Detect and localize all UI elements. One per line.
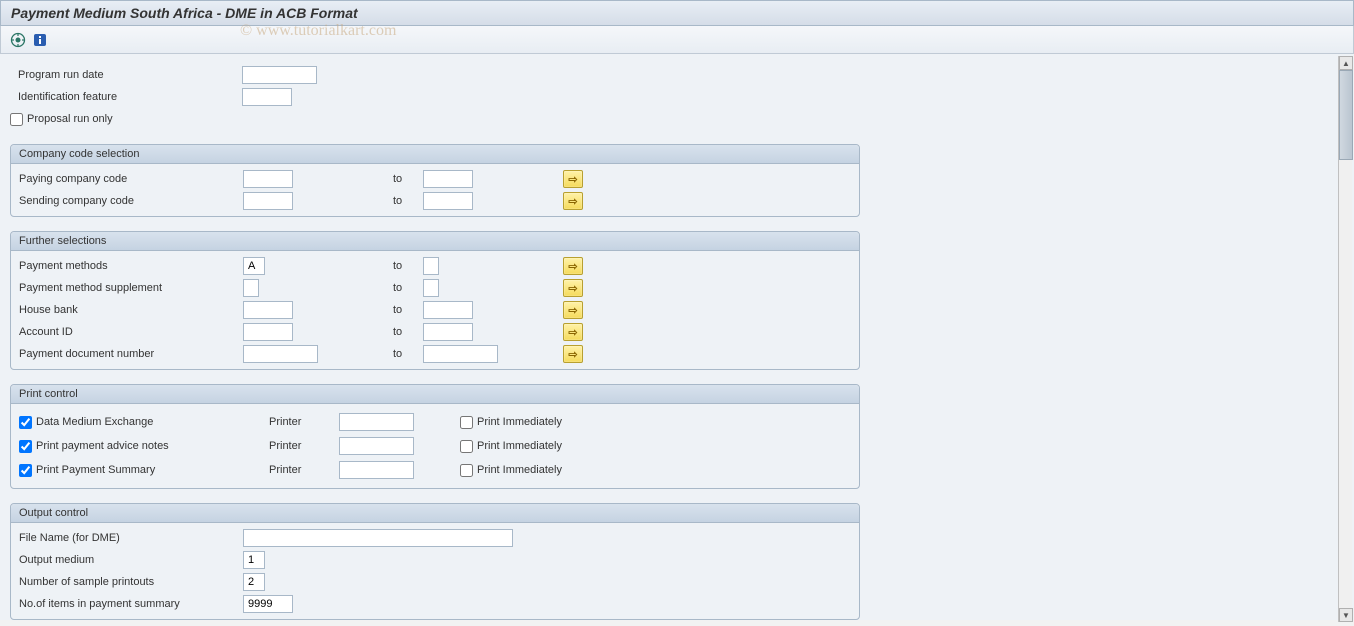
paying-company-label: Paying company code [19,173,243,185]
multi-select-button[interactable]: ⇨ [563,301,583,319]
to-label: to [393,326,423,338]
scroll-down-arrow-icon[interactable]: ▼ [1339,608,1353,622]
dme-printer-input[interactable] [339,413,414,431]
payment-doc-number-label: Payment document number [19,348,243,360]
group-company-header: Company code selection [11,145,859,164]
printer-label: Printer [269,416,339,428]
sending-company-label: Sending company code [19,195,243,207]
dme-label: Data Medium Exchange [36,416,153,428]
account-id-label: Account ID [19,326,243,338]
multi-select-button[interactable]: ⇨ [563,257,583,275]
title-text: Payment Medium South Africa - DME in ACB… [11,5,358,21]
proposal-run-label: Proposal run only [27,113,113,125]
summary-print-immediately-checkbox[interactable] [460,464,473,477]
to-label: to [393,304,423,316]
print-immediately-label: Print Immediately [477,416,562,428]
advice-printer-input[interactable] [339,437,414,455]
house-bank-label: House bank [19,304,243,316]
to-label: to [393,282,423,294]
vertical-scrollbar[interactable]: ▲ ▼ [1338,56,1352,622]
sample-printouts-label: Number of sample printouts [19,576,243,588]
payment-doc-number-from[interactable] [243,345,318,363]
group-output-header: Output control [11,504,859,523]
house-bank-to[interactable] [423,301,473,319]
group-further-header: Further selections [11,232,859,251]
scroll-up-arrow-icon[interactable]: ▲ [1339,56,1353,70]
payment-method-supplement-label: Payment method supplement [19,282,243,294]
group-further-selections: Further selections Payment methods to ⇨ … [10,231,860,370]
info-icon[interactable] [31,31,49,49]
to-label: to [393,348,423,360]
group-print-control: Print control Data Medium Exchange Print… [10,384,860,489]
multi-select-button[interactable]: ⇨ [563,323,583,341]
output-medium-input[interactable] [243,551,265,569]
payment-method-supplement-to[interactable] [423,279,439,297]
toolbar [0,26,1354,54]
group-output-control: Output control File Name (for DME) Outpu… [10,503,860,620]
page-title: Payment Medium South Africa - DME in ACB… [0,0,1354,26]
house-bank-from[interactable] [243,301,293,319]
multi-select-button[interactable]: ⇨ [563,345,583,363]
payment-method-supplement-from[interactable] [243,279,259,297]
summary-printer-input[interactable] [339,461,414,479]
to-label: to [393,260,423,272]
scroll-thumb[interactable] [1339,70,1353,160]
sending-company-from[interactable] [243,192,293,210]
items-summary-input[interactable] [243,595,293,613]
identification-feature-input[interactable] [242,88,292,106]
proposal-run-checkbox[interactable] [10,113,23,126]
dme-print-immediately-checkbox[interactable] [460,416,473,429]
dme-checkbox[interactable] [19,416,32,429]
summary-checkbox[interactable] [19,464,32,477]
output-medium-label: Output medium [19,554,243,566]
print-immediately-label: Print Immediately [477,440,562,452]
payment-methods-from[interactable] [243,257,265,275]
group-company-code: Company code selection Paying company co… [10,144,860,217]
file-name-label: File Name (for DME) [19,532,243,544]
summary-label: Print Payment Summary [36,464,155,476]
payment-doc-number-to[interactable] [423,345,498,363]
advice-checkbox[interactable] [19,440,32,453]
group-print-header: Print control [11,385,859,404]
printer-label: Printer [269,464,339,476]
paying-company-from[interactable] [243,170,293,188]
program-run-date-label: Program run date [10,69,242,81]
account-id-to[interactable] [423,323,473,341]
to-label: to [393,173,423,185]
account-id-from[interactable] [243,323,293,341]
payment-methods-label: Payment methods [19,260,243,272]
advice-print-immediately-checkbox[interactable] [460,440,473,453]
sending-company-to[interactable] [423,192,473,210]
multi-select-button[interactable]: ⇨ [563,192,583,210]
execute-icon[interactable] [9,31,27,49]
multi-select-button[interactable]: ⇨ [563,279,583,297]
file-name-input[interactable] [243,529,513,547]
paying-company-to[interactable] [423,170,473,188]
sample-printouts-input[interactable] [243,573,265,591]
advice-label: Print payment advice notes [36,440,169,452]
multi-select-button[interactable]: ⇨ [563,170,583,188]
identification-feature-label: Identification feature [10,91,242,103]
items-summary-label: No.of items in payment summary [19,598,243,610]
printer-label: Printer [269,440,339,452]
payment-methods-to[interactable] [423,257,439,275]
program-run-date-input[interactable] [242,66,317,84]
content-area: Program run date Identification feature … [0,54,1354,620]
to-label: to [393,195,423,207]
print-immediately-label: Print Immediately [477,464,562,476]
top-parameters: Program run date Identification feature … [10,62,860,130]
